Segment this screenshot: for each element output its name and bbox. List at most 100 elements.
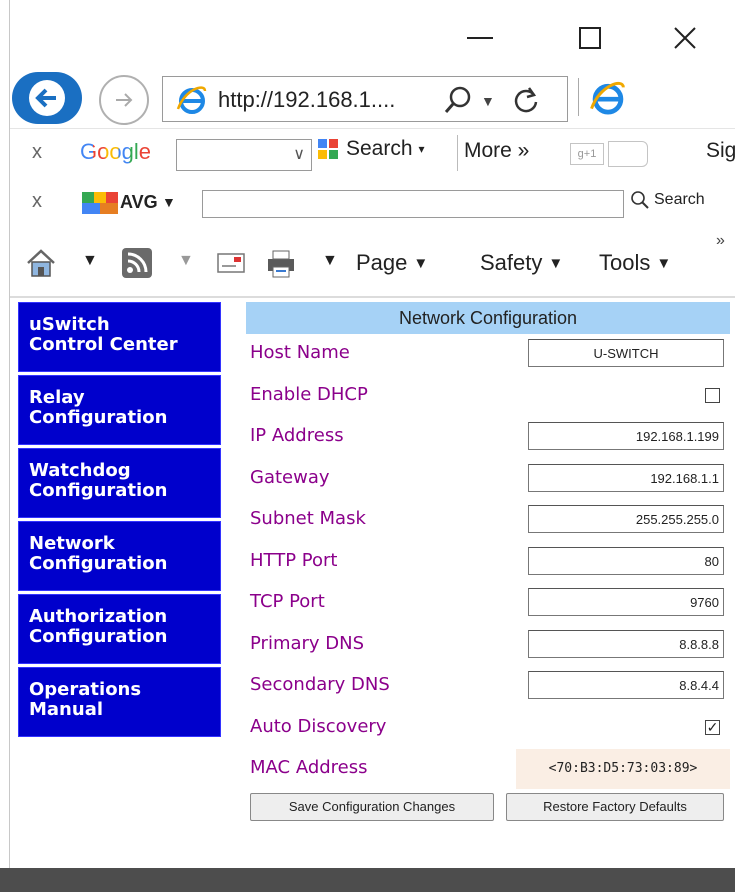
host-name-input[interactable]: U-SWITCH bbox=[528, 339, 724, 367]
gateway-row: Gateway 192.168.1.1 bbox=[246, 459, 730, 501]
avg-search-button[interactable]: Search bbox=[630, 190, 705, 210]
primary-dns-label: Primary DNS bbox=[250, 632, 365, 654]
close-button[interactable] bbox=[660, 18, 710, 58]
google-search-logo-icon bbox=[318, 139, 338, 159]
page-menu-label: Page bbox=[356, 250, 408, 275]
gateway-input[interactable]: 192.168.1.1 bbox=[528, 463, 724, 492]
google-search-input[interactable]: ∨ bbox=[176, 139, 312, 171]
avg-logo-icon bbox=[82, 192, 118, 214]
panel-title: Network Configuration bbox=[246, 302, 730, 334]
chevron-down-icon[interactable]: ▼ bbox=[162, 194, 176, 210]
close-icon bbox=[674, 27, 696, 49]
secondary-dns-input[interactable]: 8.8.4.4 bbox=[528, 671, 724, 699]
ie-logo-icon bbox=[176, 86, 207, 114]
close-toolbar-icon[interactable]: x bbox=[32, 141, 42, 164]
auto-discovery-row: Auto Discovery ✓ bbox=[246, 708, 730, 750]
forward-button[interactable] bbox=[99, 75, 149, 125]
chevron-down-icon[interactable]: ∨ bbox=[293, 144, 305, 164]
gplus-button[interactable]: g+1 bbox=[570, 143, 604, 165]
tab-ie-icon[interactable] bbox=[588, 78, 628, 118]
sidebar-item-label: Watchdog bbox=[29, 460, 131, 481]
http-port-label: HTTP Port bbox=[250, 549, 338, 571]
mac-address-row: MAC Address <70:B3:D5:73:03:89> bbox=[246, 749, 730, 791]
button-row: Save Configuration Changes Restore Facto… bbox=[246, 792, 730, 827]
chevron-down-icon: ▾ bbox=[418, 142, 425, 156]
chevron-down-icon[interactable]: ▼ bbox=[82, 252, 98, 270]
sidebar-item-control-center[interactable]: uSwitch Control Center bbox=[18, 302, 221, 372]
avg-search-label: Search bbox=[654, 191, 705, 208]
more-button[interactable]: More » bbox=[464, 139, 529, 163]
minimize-button[interactable] bbox=[455, 18, 505, 58]
primary-dns-row: Primary DNS 8.8.8.8 bbox=[246, 625, 730, 667]
avg-search-input[interactable] bbox=[202, 190, 624, 218]
host-name-label: Host Name bbox=[250, 342, 350, 363]
refresh-icon[interactable] bbox=[511, 85, 541, 115]
chevron-more-icon[interactable]: » bbox=[716, 232, 725, 250]
restore-defaults-button[interactable]: Restore Factory Defaults bbox=[506, 792, 724, 821]
subnet-mask-input[interactable]: 255.255.255.0 bbox=[528, 505, 724, 533]
safety-menu[interactable]: Safety ▼ bbox=[480, 250, 563, 276]
sign-in-link[interactable]: Sig bbox=[706, 139, 735, 163]
avg-logo: AVG bbox=[120, 192, 158, 212]
sidebar-item-operations-manual[interactable]: Operations Manual bbox=[18, 667, 221, 737]
sidebar-item-label: Configuration bbox=[29, 407, 168, 428]
read-mail-icon[interactable] bbox=[214, 246, 248, 280]
back-button[interactable] bbox=[12, 72, 82, 124]
ip-address-label: IP Address bbox=[250, 425, 344, 446]
sidebar-item-label: Operations bbox=[29, 679, 142, 700]
sidebar-item-authorization-configuration[interactable]: Authorization Configuration bbox=[18, 594, 221, 664]
maximize-button[interactable] bbox=[565, 18, 615, 58]
save-configuration-button[interactable]: Save Configuration Changes bbox=[250, 792, 494, 821]
page-menu[interactable]: Page ▼ bbox=[356, 250, 428, 276]
rss-feed-icon[interactable] bbox=[120, 246, 154, 280]
tcp-port-label: TCP Port bbox=[250, 591, 325, 612]
tools-menu-label: Tools bbox=[599, 250, 651, 275]
taskbar bbox=[0, 868, 735, 892]
primary-dns-input[interactable]: 8.8.8.8 bbox=[528, 629, 724, 658]
chevron-down-icon: ▼ bbox=[413, 254, 429, 272]
address-url: http://192.168.1.... bbox=[218, 87, 396, 112]
sidebar-item-relay-configuration[interactable]: Relay Configuration bbox=[18, 375, 221, 445]
tools-menu[interactable]: Tools ▼ bbox=[599, 250, 671, 276]
navigation-bar: http://192.168.1.... ▼ bbox=[10, 64, 735, 128]
tcp-port-row: TCP Port 9760 bbox=[246, 583, 730, 625]
safety-menu-label: Safety bbox=[480, 250, 543, 275]
network-configuration-panel: Network Configuration Host Name U-SWITCH… bbox=[246, 302, 730, 827]
sidebar-item-label: Control Center bbox=[29, 334, 178, 355]
ip-address-row: IP Address 192.168.1.199 bbox=[246, 417, 730, 459]
google-logo: Google bbox=[80, 139, 151, 164]
sidebar-item-label: Configuration bbox=[29, 553, 168, 574]
tcp-port-input[interactable]: 9760 bbox=[528, 588, 724, 616]
auto-discovery-checkbox[interactable]: ✓ bbox=[705, 719, 720, 735]
search-icon[interactable] bbox=[443, 83, 475, 117]
divider bbox=[578, 78, 579, 116]
sidebar-item-label: Configuration bbox=[29, 626, 168, 647]
print-icon[interactable] bbox=[264, 246, 298, 280]
command-bar: ▼ ▼ ▼ Page ▼ Safety ▼ Tools ▼ » bbox=[10, 228, 735, 296]
google-search-label: Search bbox=[346, 137, 413, 160]
sidebar-nav: uSwitch Control Center Relay Configurati… bbox=[18, 302, 221, 740]
sidebar-item-network-configuration[interactable]: Network Configuration bbox=[18, 521, 221, 591]
title-bar bbox=[10, 0, 735, 64]
chevron-down-icon[interactable]: ▼ bbox=[322, 252, 338, 270]
chevron-down-icon[interactable]: ▼ bbox=[178, 252, 194, 270]
sidebar-item-label: Relay bbox=[29, 387, 85, 408]
chevron-down-icon: ▼ bbox=[656, 254, 672, 272]
http-port-input[interactable]: 80 bbox=[528, 546, 724, 575]
http-port-row: HTTP Port 80 bbox=[246, 542, 730, 584]
close-toolbar-icon[interactable]: x bbox=[32, 190, 42, 213]
enable-dhcp-checkbox[interactable] bbox=[705, 387, 720, 403]
google-search-button[interactable]: Search ▾ bbox=[316, 137, 425, 161]
ip-address-input[interactable]: 192.168.1.199 bbox=[528, 422, 724, 450]
sidebar-item-label: uSwitch bbox=[29, 314, 110, 335]
sidebar-item-watchdog-configuration[interactable]: Watchdog Configuration bbox=[18, 448, 221, 518]
sidebar-item-label: Network bbox=[29, 533, 115, 554]
address-bar[interactable]: http://192.168.1.... ▼ bbox=[162, 76, 568, 122]
home-icon[interactable] bbox=[24, 246, 58, 280]
google-toolbar: x Google ∨ Search ▾ More » g+1 Sig bbox=[10, 128, 735, 178]
chevron-down-icon[interactable]: ▼ bbox=[481, 93, 495, 109]
back-arrow-icon bbox=[29, 80, 65, 116]
sidebar-item-label: Configuration bbox=[29, 480, 168, 501]
forward-arrow-icon bbox=[116, 93, 133, 107]
subnet-mask-row: Subnet Mask 255.255.255.0 bbox=[246, 500, 730, 542]
